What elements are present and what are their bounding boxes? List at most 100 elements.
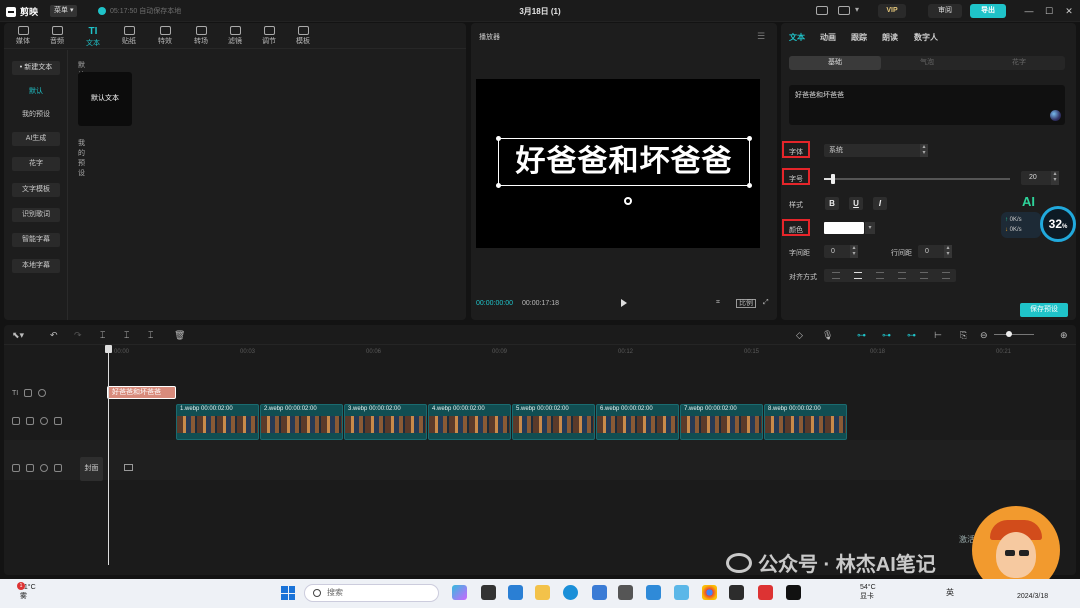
font-select[interactable]: 系统 ▴ ▾	[824, 144, 928, 157]
zoom-knob[interactable]	[1006, 331, 1012, 337]
property-tab[interactable]: 朗读	[882, 32, 898, 43]
tool-filter[interactable]: 滤镜	[220, 25, 250, 46]
save-preset-button[interactable]: 保存预设	[1020, 303, 1068, 317]
underline-button[interactable]: U	[849, 197, 863, 210]
spin-arrows-icon[interactable]: ▴ ▾	[920, 144, 928, 157]
default-text-card[interactable]: 默认文本	[78, 72, 132, 126]
rotate-handle-icon[interactable]	[624, 197, 632, 205]
terminal-icon[interactable]	[729, 585, 744, 600]
chevron-down-icon[interactable]: ▾	[855, 5, 859, 14]
store-icon[interactable]	[592, 585, 607, 600]
playhead[interactable]	[108, 345, 109, 565]
redo-icon[interactable]: ↷	[74, 330, 82, 341]
color-swatch[interactable]	[824, 222, 864, 234]
tool-sticker[interactable]: 贴纸	[114, 25, 144, 46]
property-tab[interactable]: 跟踪	[851, 32, 867, 43]
bold-button[interactable]: B	[825, 197, 839, 210]
undo-icon[interactable]: ↶	[50, 330, 58, 341]
layout-icon[interactable]	[838, 6, 850, 15]
sidebar-item[interactable]: 智能字幕	[12, 233, 60, 247]
sidebar-item[interactable]: AI生成	[12, 132, 60, 146]
microphone-icon[interactable]: 🎙	[822, 330, 833, 341]
video-clip[interactable]: 3.webp 00:00:02:00	[344, 404, 427, 440]
ai-orb-icon[interactable]	[1050, 110, 1061, 121]
subtab[interactable]: 气泡	[881, 56, 973, 70]
lock-icon[interactable]	[26, 417, 34, 425]
align-bottom-icon[interactable]	[942, 272, 950, 279]
task-view-icon[interactable]	[481, 585, 496, 600]
close-icon[interactable]: ✕	[1062, 4, 1076, 18]
align-left-icon[interactable]	[832, 272, 840, 279]
video-clip[interactable]: 4.webp 00:00:02:00	[428, 404, 511, 440]
fullscreen-icon[interactable]: ⤢	[763, 299, 769, 308]
minimize-icon[interactable]: —	[1022, 4, 1036, 18]
sidebar-item[interactable]: 默认	[12, 85, 60, 99]
time-ruler[interactable]: 00:00 00:03 00:06 00:09 00:12 00:15 00:18 00:21	[108, 345, 1076, 359]
capcut-taskbar-icon[interactable]	[786, 585, 801, 600]
preview-axis-icon[interactable]: ⊢	[934, 330, 942, 341]
size-input[interactable]: 20 ▴ ▾	[1021, 171, 1059, 185]
cpu-usage-gauge[interactable]: 32%	[1040, 206, 1076, 242]
onedrive-icon[interactable]	[674, 585, 689, 600]
spin-arrows-icon[interactable]: ▴ ▾	[850, 245, 858, 258]
lock-icon[interactable]	[24, 389, 33, 397]
video-clip[interactable]: 2.webp 00:00:02:00	[260, 404, 343, 440]
app-icon[interactable]	[758, 585, 773, 600]
weather-widget[interactable]: 1 21°C 雾	[17, 582, 36, 601]
zoom-out-icon[interactable]: ⊖	[980, 330, 988, 341]
align-center-icon[interactable]	[854, 272, 862, 279]
split-left-icon[interactable]: ⌶	[124, 330, 129, 341]
fit-screen-icon[interactable]: ⌗	[716, 299, 720, 308]
caption-selection-box[interactable]: 好爸爸和坏爸爸	[496, 136, 752, 188]
eye-icon[interactable]	[38, 389, 47, 397]
eye-icon[interactable]	[40, 417, 48, 425]
property-tab[interactable]: 数字人	[914, 32, 938, 43]
hamburger-menu-icon[interactable]: ☰	[757, 31, 765, 42]
align-middle-icon[interactable]	[920, 272, 928, 279]
tool-text[interactable]: TI 文本	[78, 25, 108, 48]
copilot-icon[interactable]	[452, 585, 467, 600]
line-spacing-input[interactable]: 0 ▴ ▾	[918, 245, 952, 258]
file-explorer-icon[interactable]	[535, 585, 550, 600]
video-clip[interactable]: 8.webp 00:00:02:00	[764, 404, 847, 440]
eye-icon[interactable]	[40, 464, 48, 472]
resize-handle[interactable]	[496, 136, 501, 141]
tool-transition[interactable]: 转场	[186, 25, 216, 46]
shield-mark-icon[interactable]: ◇	[796, 330, 803, 341]
maximize-icon[interactable]: ☐	[1042, 4, 1056, 18]
magnet-icon[interactable]: ⊶	[882, 330, 891, 341]
taskbar-search[interactable]: 搜索	[304, 584, 439, 602]
sidebar-item[interactable]: 本地字幕	[12, 259, 60, 273]
input-language[interactable]: 英	[946, 587, 954, 598]
tool-adjust[interactable]: 调节	[254, 25, 284, 46]
spin-arrows-icon[interactable]: ▴ ▾	[1051, 171, 1059, 185]
tool-audio[interactable]: 音频	[42, 25, 72, 46]
play-icon[interactable]	[621, 299, 627, 307]
sidebar-item[interactable]: 识别歌词	[12, 208, 60, 222]
video-clip[interactable]: 1.webp 00:00:02:00	[176, 404, 259, 440]
cover-button[interactable]: 封面	[80, 457, 103, 481]
sidebar-item[interactable]: 我的预设	[12, 108, 60, 122]
tool-media[interactable]: 媒体	[8, 25, 38, 46]
app-icon[interactable]	[646, 585, 661, 600]
tool-template[interactable]: 模板	[288, 25, 318, 46]
split-right-icon[interactable]: ⌶	[148, 330, 153, 341]
align-top-icon[interactable]	[898, 272, 906, 279]
export-button[interactable]: 导出	[970, 4, 1006, 18]
property-tab[interactable]: 动画	[820, 32, 836, 43]
speaker-icon[interactable]	[54, 464, 62, 472]
chevron-down-icon[interactable]: ▾	[865, 222, 875, 234]
video-clip[interactable]: 7.webp 00:00:02:00	[680, 404, 763, 440]
sidebar-item[interactable]: 花字	[12, 157, 60, 171]
ratio-button[interactable]: 比例	[736, 299, 756, 308]
gpu-temp-tray[interactable]: 54°C 显卡	[860, 583, 876, 601]
spin-arrows-icon[interactable]: ▴ ▾	[944, 245, 952, 258]
vip-button[interactable]: VIP	[878, 4, 906, 18]
chrome-icon[interactable]	[702, 585, 717, 600]
resize-handle[interactable]	[496, 183, 501, 188]
link-icon[interactable]: ⊶	[907, 330, 916, 341]
split-icon[interactable]: ⌶	[100, 330, 105, 341]
video-clip[interactable]: 5.webp 00:00:02:00	[512, 404, 595, 440]
taskbar-date[interactable]: 2024/3/18	[1017, 593, 1048, 600]
vscode-icon[interactable]	[508, 585, 523, 600]
